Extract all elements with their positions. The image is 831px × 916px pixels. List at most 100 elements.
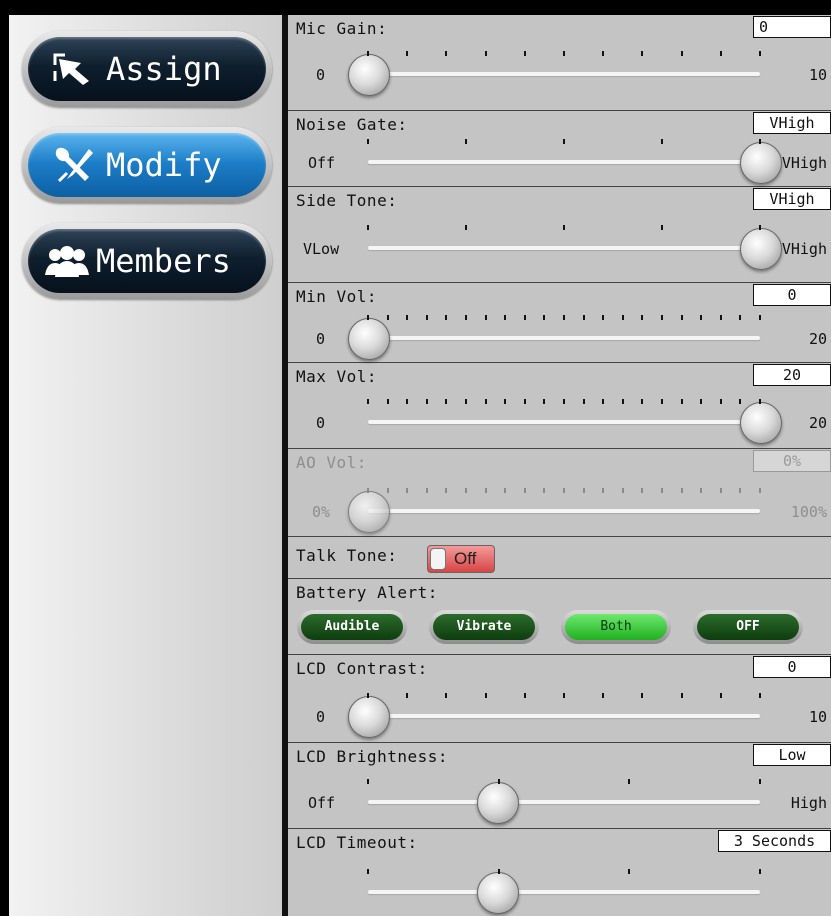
- slider-tick: [641, 399, 644, 404]
- slider-tick: [602, 51, 605, 56]
- settings-panel: Mic Gain: 0 0 10 Noise Gate: VHigh Off V…: [288, 15, 831, 916]
- ao-vol-row: AO Vol: 0% 0% 100%: [288, 449, 831, 537]
- slider-tick: [425, 399, 428, 404]
- noise-gate-value: VHigh: [753, 112, 831, 134]
- slider-tick: [641, 488, 644, 493]
- lcd-timeout-slider-knob[interactable]: [477, 872, 520, 914]
- modify-button-label: Modify: [106, 146, 222, 184]
- min-vol-max: 20: [808, 330, 827, 348]
- talk-tone-label: Talk Tone:: [296, 546, 398, 565]
- talk-tone-toggle[interactable]: Off: [427, 545, 495, 573]
- slider-tick: [367, 869, 369, 874]
- ao-vol-value: 0%: [753, 450, 831, 472]
- assign-button-label: Assign: [106, 50, 222, 88]
- slider-tick: [406, 51, 409, 56]
- min-vol-value: 0: [753, 284, 831, 306]
- battery-alert-both-button[interactable]: Both: [561, 610, 671, 644]
- slider-tick: [445, 399, 448, 404]
- slider-tick: [465, 399, 467, 404]
- noise-gate-slider-knob[interactable]: [740, 142, 782, 184]
- members-button[interactable]: Members: [22, 223, 272, 299]
- slider-tick: [680, 693, 683, 698]
- mic-gain-value: 0: [753, 16, 831, 38]
- slider-tick: [621, 399, 624, 404]
- lcd-contrast-max: 10: [808, 708, 827, 726]
- mic-gain-slider-knob[interactable]: [348, 54, 390, 96]
- battery-alert-off-button[interactable]: OFF: [693, 610, 803, 644]
- slider-tick: [661, 139, 663, 144]
- side-tone-label: Side Tone:: [296, 191, 398, 210]
- ao-vol-min: 0%: [312, 503, 331, 521]
- mic-gain-min: 0: [316, 66, 326, 84]
- slider-tick: [484, 51, 487, 56]
- mic-gain-row: Mic Gain: 0 0 10: [288, 15, 831, 111]
- slider-tick: [759, 869, 761, 874]
- side-tone-min: VLow: [303, 240, 340, 258]
- slider-tick: [386, 315, 389, 320]
- slider-tick: [602, 693, 605, 698]
- slider-tick: [425, 315, 428, 320]
- slider-tick: [563, 315, 565, 320]
- lcd-contrast-min: 0: [316, 708, 326, 726]
- battery-alert-vibrate-button[interactable]: Vibrate: [429, 610, 539, 644]
- slider-tick: [641, 51, 644, 56]
- lcd-timeout-slider-track[interactable]: [368, 890, 760, 894]
- assign-button[interactable]: Assign: [22, 31, 272, 107]
- slider-tick: [680, 488, 683, 493]
- members-icon: [42, 239, 92, 283]
- lcd-contrast-slider-track[interactable]: [368, 714, 760, 718]
- slider-tick: [759, 399, 761, 404]
- lcd-contrast-slider-knob[interactable]: [348, 696, 390, 738]
- side-tone-slider-knob[interactable]: [740, 228, 782, 270]
- min-vol-label: Min Vol:: [296, 287, 378, 306]
- modify-button[interactable]: Modify: [22, 127, 272, 203]
- slider-tick: [406, 315, 409, 320]
- slider-tick: [700, 315, 703, 320]
- mic-gain-max: 10: [808, 66, 827, 84]
- max-vol-slider-track[interactable]: [368, 420, 760, 424]
- slider-tick: [700, 399, 703, 404]
- side-tone-slider-track[interactable]: [368, 246, 760, 250]
- slider-tick: [543, 315, 546, 320]
- slider-tick: [484, 488, 487, 493]
- lcd-brightness-slider-track[interactable]: [368, 800, 760, 804]
- slider-tick: [563, 488, 565, 493]
- slider-tick: [484, 399, 487, 404]
- slider-tick: [523, 488, 526, 493]
- min-vol-slider-track[interactable]: [368, 336, 760, 340]
- slider-tick: [484, 693, 487, 698]
- slider-tick: [563, 693, 565, 698]
- min-vol-slider-knob[interactable]: [348, 318, 390, 360]
- slider-tick: [504, 488, 507, 493]
- max-vol-max: 20: [808, 414, 827, 432]
- slider-tick: [563, 139, 565, 144]
- slider-tick: [661, 399, 663, 404]
- slider-tick: [523, 51, 526, 56]
- slider-tick: [563, 399, 565, 404]
- slider-tick: [504, 399, 507, 404]
- lcd-brightness-slider-knob[interactable]: [477, 782, 520, 824]
- mic-gain-label: Mic Gain:: [296, 19, 388, 38]
- slider-tick: [497, 779, 500, 784]
- both-label: Both: [565, 614, 667, 640]
- lcd-timeout-value: 3 Seconds: [718, 830, 831, 852]
- slider-tick: [367, 779, 369, 784]
- noise-gate-slider-track[interactable]: [368, 160, 760, 164]
- mic-gain-slider-track[interactable]: [368, 72, 760, 76]
- slider-tick: [523, 399, 526, 404]
- assign-arrow-icon: [46, 47, 102, 91]
- slider-tick: [406, 399, 409, 404]
- audible-label: Audible: [301, 614, 403, 640]
- slider-tick: [367, 139, 369, 144]
- battery-alert-audible-button[interactable]: Audible: [297, 610, 407, 644]
- slider-tick: [543, 399, 546, 404]
- slider-tick: [367, 488, 369, 493]
- slider-tick: [406, 488, 409, 493]
- slider-tick: [680, 51, 683, 56]
- max-vol-slider-knob[interactable]: [740, 402, 782, 444]
- slider-tick: [445, 51, 448, 56]
- max-vol-row: Max Vol: 20 0 20: [288, 363, 831, 449]
- slider-tick: [367, 51, 369, 56]
- slider-tick: [739, 399, 742, 404]
- slider-tick: [661, 225, 663, 230]
